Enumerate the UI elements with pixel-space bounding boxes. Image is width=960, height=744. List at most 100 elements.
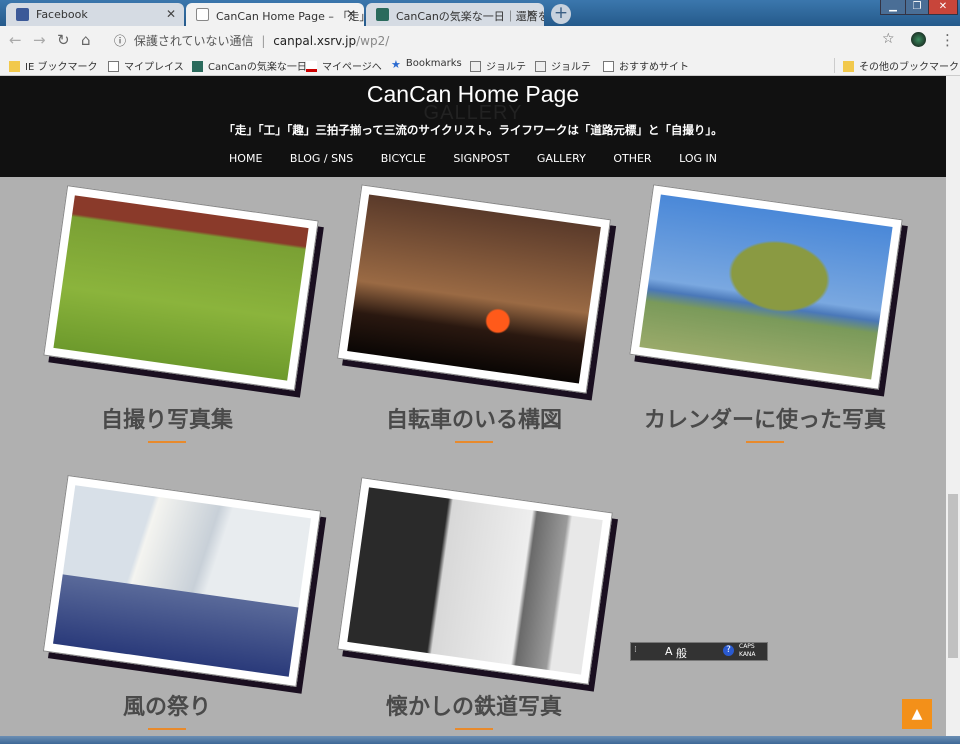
tab-blog[interactable]: CanCanの気楽な一日｜還暦を迎 ✕ [366, 3, 544, 26]
scrollbar[interactable] [946, 76, 960, 736]
folder-icon [843, 61, 854, 72]
book-icon [535, 61, 546, 72]
gallery-photo[interactable] [336, 184, 612, 394]
site-icon [192, 61, 203, 72]
scrollbar-thumb[interactable] [948, 494, 958, 658]
main-nav: HOME BLOG / SNS BICYCLE SIGNPOST GALLERY… [0, 152, 946, 165]
new-tab-button[interactable]: + [551, 4, 571, 24]
menu-icon[interactable]: ⋮ [940, 31, 955, 49]
help-icon[interactable]: ? [723, 645, 734, 656]
bookmark-item[interactable]: マイページへ [306, 58, 382, 73]
tab-label: CanCanの気楽な一日｜還暦を迎 [396, 10, 544, 23]
bookmark-item[interactable]: CanCanの気楽な一日 [192, 58, 307, 73]
minimize-button[interactable]: ▁ [880, 0, 906, 15]
ime-toolbar[interactable]: ⁞ A 般 ? CAPS KANA [630, 642, 768, 661]
bookmark-item[interactable]: ★ Bookmarks [391, 58, 462, 71]
gallery-photo[interactable] [42, 475, 322, 687]
tab-strip: Facebook ✕ CanCan Home Page – 「走」 ✕ CanC… [0, 0, 960, 26]
maximize-button[interactable]: ❐ [905, 0, 929, 15]
facebook-icon [16, 8, 29, 21]
selfie-photo [53, 195, 309, 381]
site-icon [376, 8, 389, 21]
bookmark-item[interactable]: IE ブックマーク [9, 58, 97, 73]
gallery-title[interactable]: 自転車のいる構図 [324, 402, 624, 434]
nav-log-in[interactable]: LOG IN [679, 152, 717, 165]
nav-blog-sns[interactable]: BLOG / SNS [290, 152, 353, 165]
site-icon [306, 61, 317, 72]
nav-gallery[interactable]: GALLERY [537, 152, 586, 165]
back-icon[interactable]: ← [9, 31, 22, 49]
nav-home[interactable]: HOME [229, 152, 262, 165]
bookmark-item[interactable]: ジョルテ [535, 58, 591, 73]
site-tagline: 「走」「工」「趣」三拍子揃って三流のサイクリスト。ライフワークは「道路元標」と「… [223, 123, 723, 137]
bookmark-item[interactable]: おすすめサイト [603, 58, 689, 73]
forward-icon[interactable]: → [33, 31, 46, 49]
scroll-to-top-button[interactable]: ▲ [902, 699, 932, 729]
bookmark-item[interactable]: マイプレイス [108, 58, 184, 73]
url-path: /wp2/ [356, 34, 390, 48]
close-window-button[interactable]: ✕ [928, 0, 958, 15]
divider: | [261, 34, 266, 48]
home-icon[interactable]: ⌂ [81, 31, 91, 49]
bookmark-label: ジョルテ [486, 62, 526, 73]
ime-mode-a[interactable]: A [665, 645, 673, 658]
close-icon[interactable]: ✕ [166, 7, 176, 21]
gallery-photo[interactable] [43, 185, 319, 391]
os-taskbar [0, 736, 960, 744]
bookmarks-bar: IE ブックマーク マイプレイス CanCanの気楽な一日 マイページへ ★ Bo… [0, 54, 960, 76]
bookmark-label: CanCanの気楽な一日 [208, 62, 307, 73]
url-input[interactable]: ⓘ 保護されていない通信 | canpal.xsrv.jp/wp2/ [106, 28, 906, 51]
tab-facebook[interactable]: Facebook ✕ [6, 3, 184, 26]
title-underline [455, 728, 493, 730]
folder-icon [9, 61, 20, 72]
reload-icon[interactable]: ↻ [57, 31, 70, 49]
gallery-photo[interactable] [337, 477, 613, 685]
gallery-title[interactable]: 自撮り写真集 [17, 402, 317, 434]
url-host: canpal.xsrv.jp [273, 34, 357, 48]
page-icon [603, 61, 614, 72]
other-bookmarks[interactable]: その他のブックマーク [834, 58, 959, 73]
steam-train-photo [347, 487, 603, 675]
star-icon[interactable]: ☆ [882, 31, 895, 47]
nav-bicycle[interactable]: BICYCLE [381, 152, 426, 165]
page-icon [196, 8, 209, 21]
kana-indicator: KANA [739, 651, 756, 658]
bookmark-label: Bookmarks [405, 58, 462, 69]
star-icon: ★ [391, 58, 401, 71]
grip-icon: ⁞ [634, 645, 637, 655]
bicycle-sunset-photo [347, 194, 601, 384]
bookmark-label: マイページへ [322, 62, 382, 73]
browser-chrome: Facebook ✕ CanCan Home Page – 「走」 ✕ CanC… [0, 0, 960, 76]
info-icon[interactable]: ⓘ [114, 34, 126, 48]
gallery-photo[interactable] [629, 184, 903, 390]
tree-lake-photo [639, 194, 893, 380]
close-icon[interactable]: ✕ [526, 7, 536, 21]
title-underline [455, 441, 493, 443]
bookmark-item[interactable]: ジョルテ [470, 58, 526, 73]
gallery-title[interactable]: カレンダーに使った写真 [615, 402, 915, 434]
bookmark-label: ジョルテ [551, 62, 591, 73]
nav-signpost[interactable]: SIGNPOST [453, 152, 509, 165]
bookmark-label: おすすめサイト [619, 62, 689, 73]
bookmark-label: IE ブックマーク [25, 62, 98, 73]
website-viewport: CanCan Home Page GALLERY 「走」「工」「趣」三拍子揃って… [0, 76, 946, 736]
bookmark-label: その他のブックマーク [859, 62, 959, 73]
gallery-title[interactable]: 懐かしの鉄道写真 [324, 689, 624, 721]
address-bar: ← → ↻ ⌂ ⓘ 保護されていない通信 | canpal.xsrv.jp/wp… [0, 26, 960, 54]
tab-cancan[interactable]: CanCan Home Page – 「走」 ✕ [186, 3, 364, 26]
tab-label: Facebook [36, 8, 88, 21]
bookmark-label: マイプレイス [124, 62, 184, 73]
site-header: CanCan Home Page GALLERY 「走」「工」「趣」三拍子揃って… [0, 76, 946, 177]
title-underline [148, 728, 186, 730]
avatar[interactable] [911, 32, 926, 47]
security-label: 保護されていない通信 [133, 34, 254, 48]
gallery-title[interactable]: 風の祭り [17, 689, 317, 721]
tab-label: CanCan Home Page – 「走」 [216, 10, 364, 23]
nav-other[interactable]: OTHER [613, 152, 651, 165]
ime-mode-kanji[interactable]: 般 [676, 645, 687, 661]
page-icon [108, 61, 119, 72]
book-icon [470, 61, 481, 72]
close-icon[interactable]: ✕ [346, 7, 356, 21]
title-underline [148, 441, 186, 443]
caps-indicator: CAPS [739, 643, 755, 650]
